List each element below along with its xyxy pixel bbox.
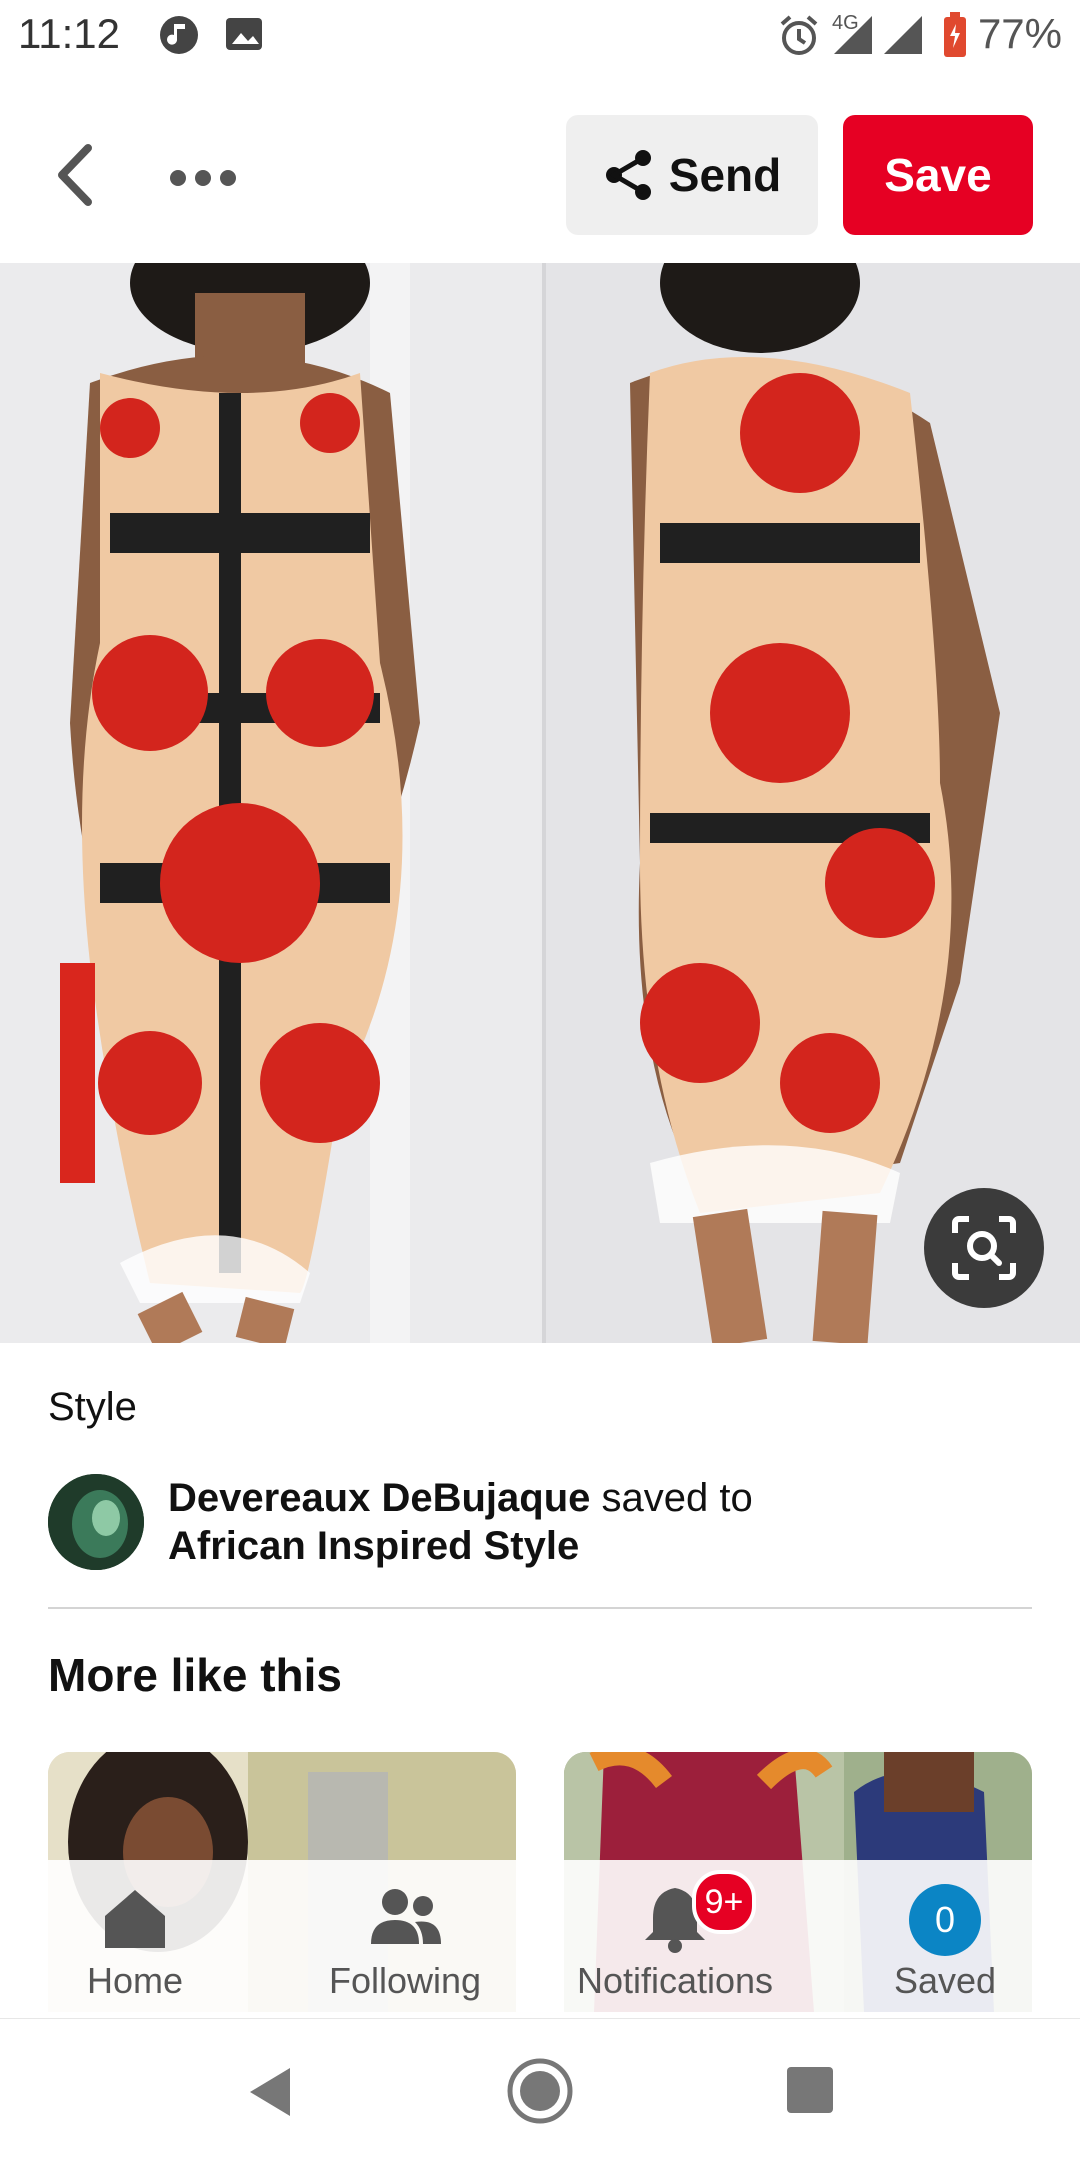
signal-icon	[882, 14, 924, 61]
nav-following-label: Following	[328, 1960, 482, 2001]
back-button[interactable]	[48, 140, 108, 210]
nav-home-label: Home	[86, 1960, 184, 2001]
nav-following[interactable]: Following	[276, 1860, 534, 2018]
send-label: Send	[668, 149, 782, 201]
send-button[interactable]: Send	[566, 115, 818, 235]
profile-initial-icon: 0	[909, 1884, 981, 1956]
nav-saved[interactable]: 0 Saved	[816, 1860, 1074, 2018]
more-dot-icon	[220, 170, 236, 186]
dress-photo	[0, 263, 1080, 1343]
nav-notifications-label: Notifications	[576, 1960, 774, 2001]
alarm-icon	[778, 14, 820, 63]
more-options-button[interactable]	[170, 163, 250, 193]
status-bar: 11:12 4G 77%	[0, 0, 1080, 75]
saved-to-text: saved to	[601, 1476, 753, 1520]
visual-search-button[interactable]	[924, 1188, 1044, 1308]
divider	[48, 1607, 1032, 1609]
more-dot-icon	[195, 170, 211, 186]
saved-by-line: Devereaux DeBujaque saved to African Ins…	[168, 1474, 753, 1570]
nav-saved-label: Saved	[893, 1960, 997, 2001]
more-like-this-heading: More like this	[48, 1649, 342, 1701]
pin-title: Style	[48, 1385, 137, 1429]
avatar[interactable]	[48, 1474, 144, 1570]
nav-notifications[interactable]: 9+ Notifications	[546, 1860, 804, 2018]
bottom-navigation: Home Following 9+ Notifications 0 Saved	[0, 1860, 1080, 2018]
saver-name[interactable]: Devereaux DeBujaque	[168, 1476, 590, 1520]
pin-image[interactable]	[0, 263, 1080, 1343]
pin-header: Send Save	[0, 75, 1080, 263]
notification-badge: 9+	[692, 1870, 756, 1934]
signal-icon	[832, 14, 874, 61]
recent-apps-icon[interactable]	[787, 2067, 833, 2113]
status-time: 11:12	[18, 10, 120, 57]
battery-percentage: 77%	[977, 10, 1062, 57]
more-dot-icon	[170, 170, 186, 186]
battery-icon	[942, 12, 968, 63]
visual-search-icon	[952, 1216, 1016, 1280]
system-navigation-bar	[0, 2018, 1080, 2161]
home-icon	[105, 1890, 165, 1948]
nav-home[interactable]: Home	[6, 1860, 264, 2018]
chevron-left-icon	[58, 144, 92, 206]
avatar-image	[48, 1474, 144, 1570]
home-icon[interactable]	[506, 2057, 574, 2125]
share-icon	[605, 150, 651, 200]
save-button[interactable]: Save	[843, 115, 1033, 235]
board-name[interactable]: African Inspired Style	[168, 1524, 579, 1568]
music-icon	[158, 14, 200, 61]
back-icon[interactable]	[246, 2064, 294, 2120]
people-icon	[371, 1889, 441, 1944]
image-icon	[224, 14, 264, 59]
